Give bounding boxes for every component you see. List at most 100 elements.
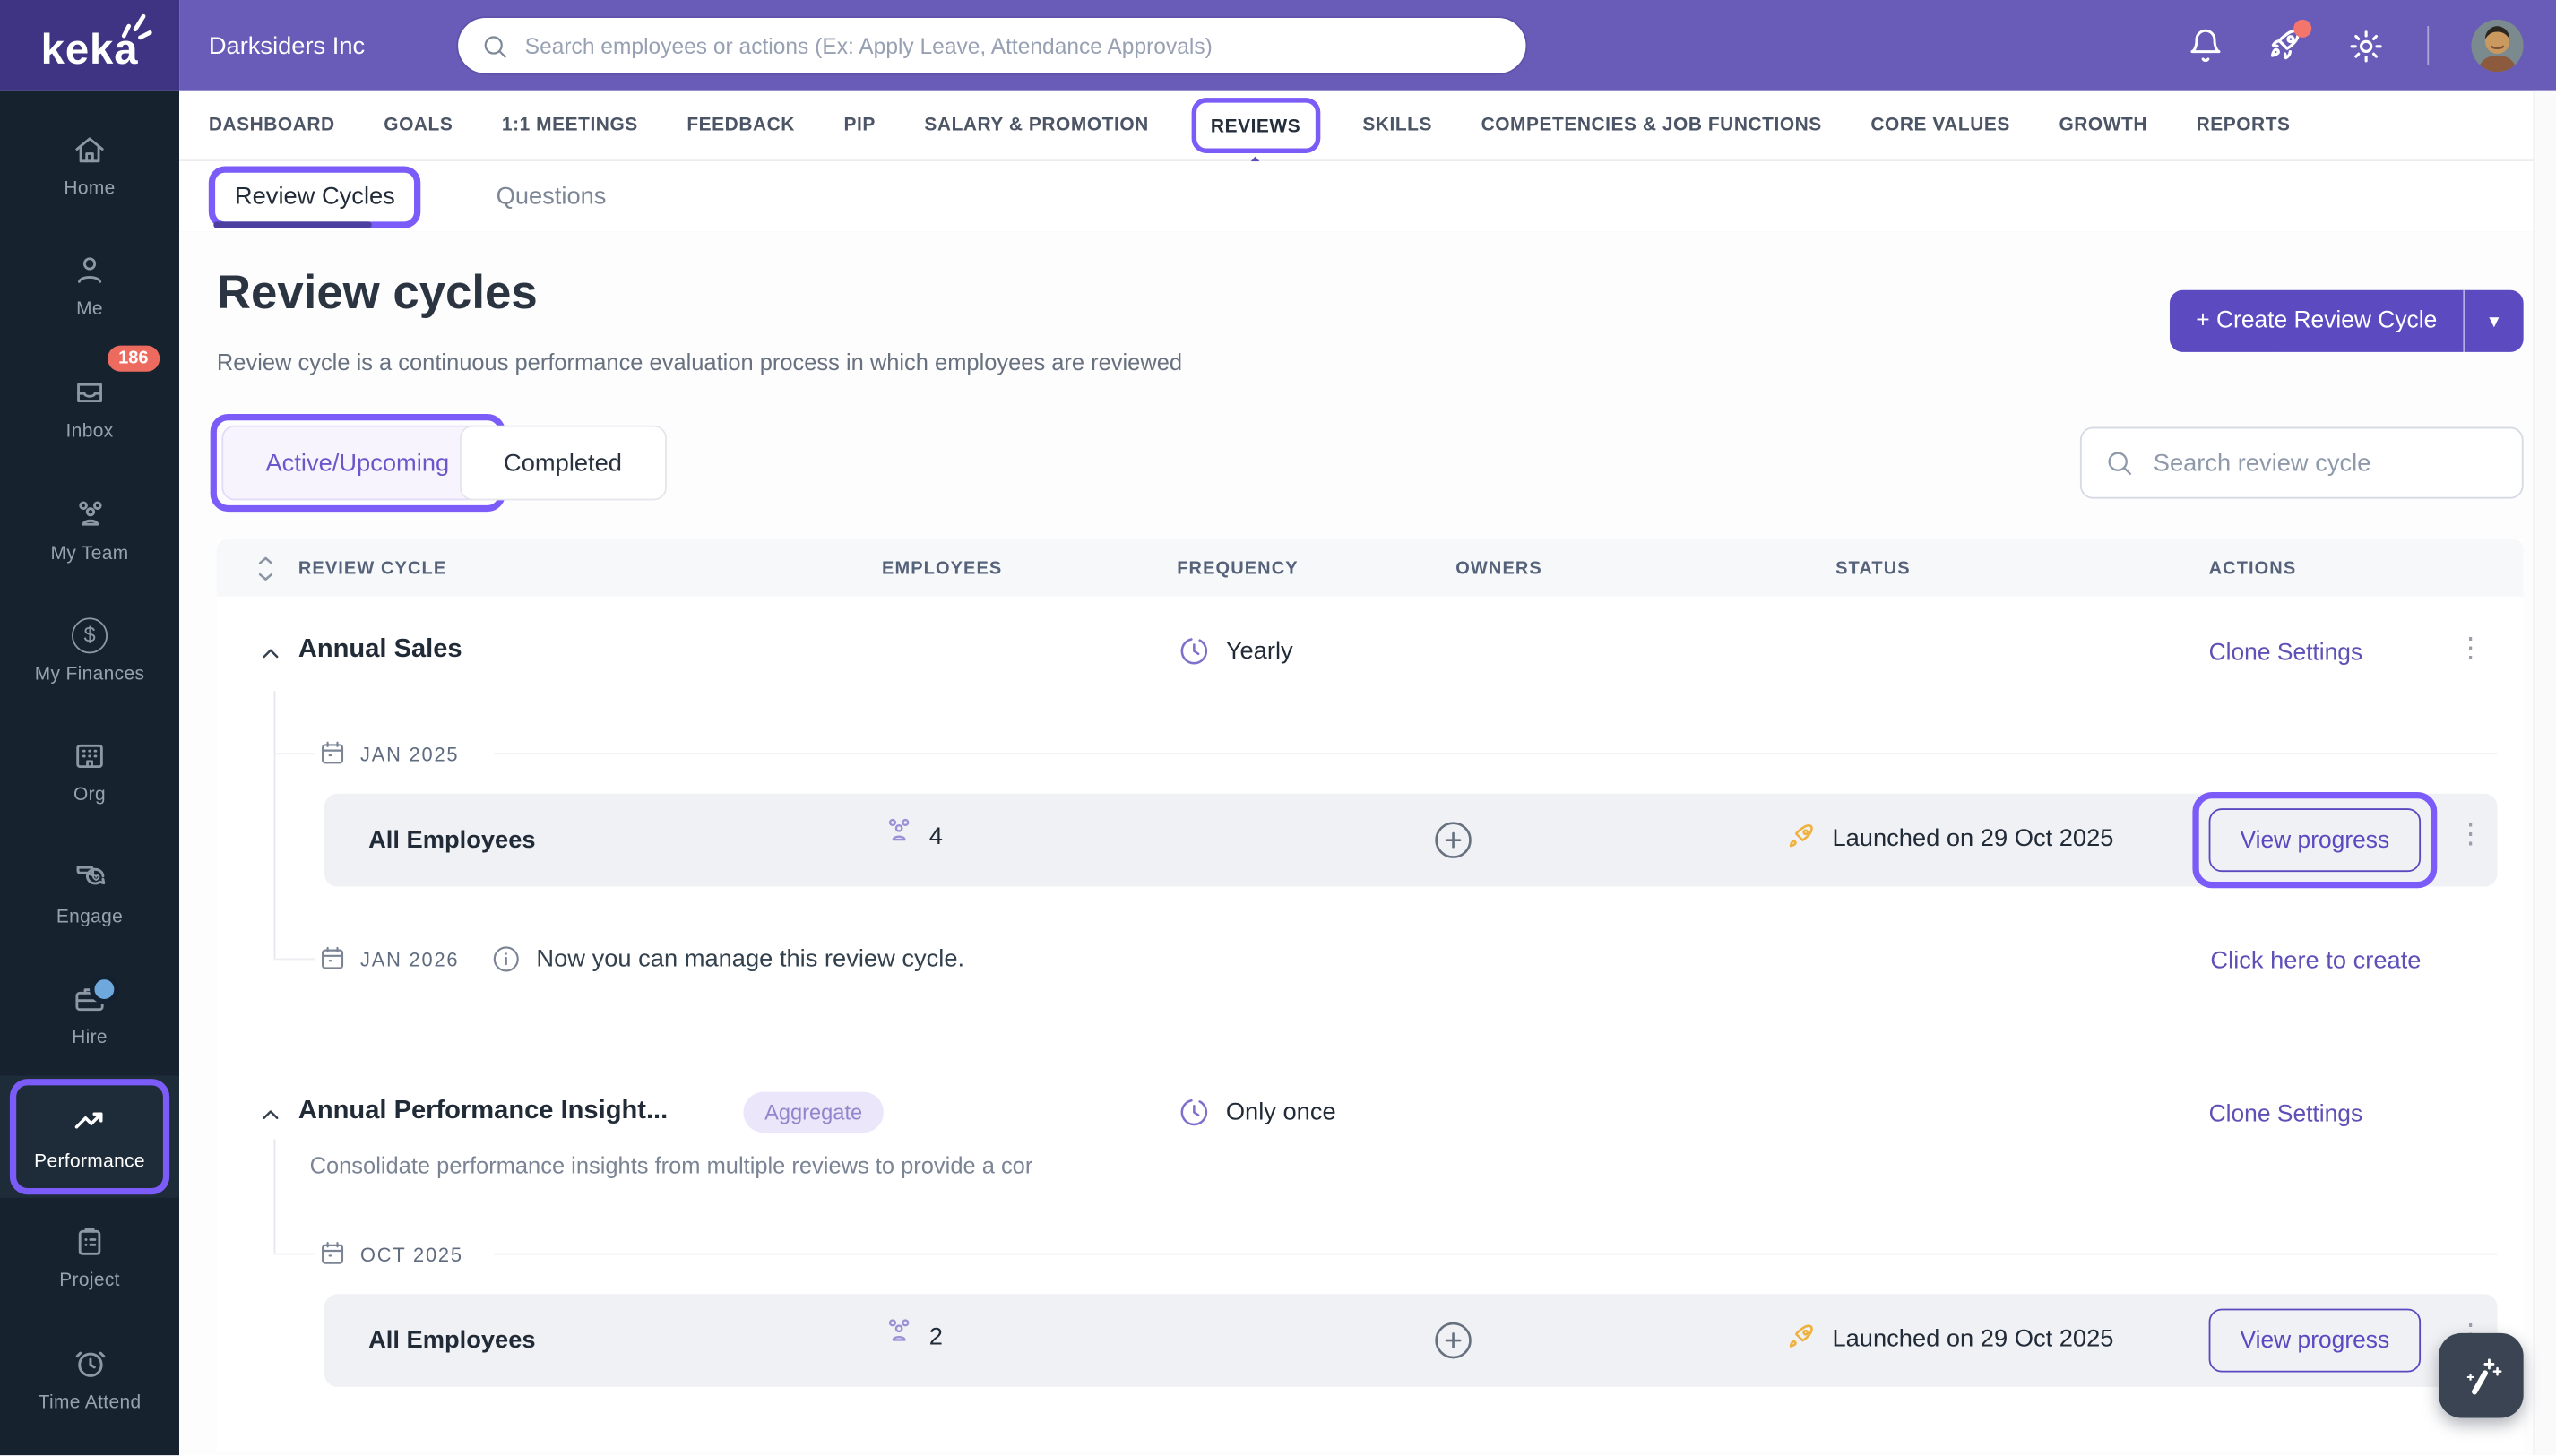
review-cycle-search[interactable] (2080, 427, 2524, 499)
inbox-count-badge: 186 (107, 346, 160, 372)
user-avatar[interactable] (2471, 20, 2523, 72)
sidebar-item-home[interactable]: Home (0, 104, 179, 226)
calendar-icon (318, 1238, 348, 1268)
employee-group-name: All Employees (368, 826, 536, 854)
collapse-group-icon[interactable] (257, 641, 283, 667)
collapse-all-icon[interactable] (255, 556, 277, 582)
add-owner-icon[interactable] (1433, 1320, 1473, 1360)
sidebar-item-my-finances[interactable]: $ My Finances (0, 590, 179, 711)
subtab-questions[interactable]: Questions (497, 183, 607, 211)
sidebar-nav: Home Me 186 Inbox My Team $ My Finances (0, 91, 179, 1455)
tab-1-1-meetings[interactable]: 1:1 MEETINGS (502, 116, 638, 135)
app-window: keka Darksiders Inc (0, 0, 2556, 1455)
review-cycle-search-input[interactable] (2150, 447, 2499, 478)
active-subtab-underline (213, 221, 371, 228)
filter-active-upcoming[interactable]: Active/Upcoming (221, 426, 493, 501)
keka-logo[interactable]: keka (0, 0, 179, 91)
notifications-bell-icon[interactable] (2188, 28, 2224, 64)
global-search[interactable] (456, 16, 1527, 74)
col-header-review-cycle[interactable]: REVIEW CYCLE (298, 559, 446, 579)
sidebar-item-project[interactable]: Project (0, 1197, 179, 1319)
main-area: DASHBOARD GOALS 1:1 MEETINGS FEEDBACK PI… (179, 91, 2556, 1455)
clone-settings-link[interactable]: Clone Settings (2209, 641, 2363, 667)
settings-gear-icon[interactable] (2347, 27, 2385, 65)
frequency-cell: Only once (1177, 1095, 1335, 1129)
period-divider (494, 753, 2497, 754)
status-cell: Launched on 29 Oct 2025 (1785, 1322, 2114, 1354)
review-cycle-name[interactable]: Annual Performance Insight... (298, 1097, 668, 1126)
reviews-annotation-box: REVIEWS (1191, 98, 1320, 153)
sidebar-item-org[interactable]: Org (0, 711, 179, 833)
calendar-icon (318, 738, 348, 768)
home-icon (72, 132, 108, 168)
scrollbar-track[interactable] (2534, 91, 2556, 1455)
tab-goals[interactable]: GOALS (384, 116, 453, 135)
topbar-divider (2427, 26, 2429, 65)
period-date: JAN 2025 (360, 743, 459, 765)
tab-competencies-job-functions[interactable]: COMPETENCIES & JOB FUNCTIONS (1481, 116, 1822, 135)
row-kebab-menu-icon[interactable]: ⋮ (2457, 637, 2484, 659)
view-progress-button[interactable]: View progress (2209, 1309, 2421, 1373)
create-dropdown-caret-icon[interactable]: ▾ (2465, 310, 2523, 332)
tab-salary-promotion[interactable]: SALARY & PROMOTION (924, 116, 1148, 135)
reviews-sub-tabs: Review Cycles Questions (179, 161, 2556, 233)
row-kebab-menu-icon[interactable]: ⋮ (2457, 823, 2484, 846)
sidebar-item-engage[interactable]: Engage (0, 832, 179, 954)
view-progress-button[interactable]: View progress (2209, 808, 2421, 872)
tab-pip[interactable]: PIP (844, 116, 876, 135)
global-search-input[interactable] (522, 31, 1503, 59)
create-review-cycle-button[interactable]: + Create Review Cycle ▾ (2170, 290, 2523, 352)
launched-rocket-icon (1785, 1322, 1818, 1354)
tree-line (274, 691, 276, 958)
sidebar-item-my-team[interactable]: My Team (0, 469, 179, 590)
engage-icon (71, 859, 108, 897)
launched-rocket-icon (1785, 822, 1818, 854)
avatar-photo (2471, 20, 2523, 72)
page-title: Review cycles (217, 267, 538, 321)
sidebar-item-hire[interactable]: Hire (0, 954, 179, 1076)
add-owner-icon[interactable] (1433, 820, 1473, 860)
collapse-group-icon[interactable] (257, 1102, 283, 1128)
col-header-status: STATUS (1835, 559, 1911, 579)
employees-icon (882, 1314, 916, 1348)
sidebar-item-time-attend[interactable]: Time Attend (0, 1318, 179, 1440)
org-icon (72, 738, 108, 774)
top-bar: Darksiders Inc (179, 0, 2556, 91)
filter-completed[interactable]: Completed (460, 426, 666, 501)
tab-skills[interactable]: SKILLS (1362, 116, 1432, 135)
click-here-to-create-link[interactable]: Click here to create (2210, 947, 2421, 975)
employee-count: 2 (929, 1323, 943, 1351)
table-header-row: REVIEW CYCLE EMPLOYEES FREQUENCY OWNERS … (217, 539, 2524, 597)
page-subtitle: Review cycle is a continuous performance… (217, 349, 1182, 375)
magic-assistant-button[interactable] (2439, 1333, 2524, 1418)
employee-group-row[interactable] (324, 1294, 2498, 1387)
tree-connector (274, 1254, 315, 1255)
sidebar-item-inbox[interactable]: 186 Inbox (0, 347, 179, 469)
tab-core-values[interactable]: CORE VALUES (1870, 116, 2010, 135)
time-attend-icon (71, 1345, 108, 1383)
subtab-review-cycles[interactable]: Review Cycles (235, 182, 395, 210)
period-note: Now you can manage this review cycle. (536, 945, 964, 973)
tab-reports[interactable]: REPORTS (2197, 116, 2291, 135)
review-cycle-description: Consolidate performance insights from mu… (310, 1152, 1033, 1178)
logo-sparkle-icon (117, 13, 160, 43)
info-icon (490, 943, 522, 975)
tab-dashboard[interactable]: DASHBOARD (209, 116, 335, 135)
tree-line (274, 1139, 276, 1253)
col-header-employees: EMPLOYEES (882, 559, 1002, 579)
tab-reviews[interactable]: REVIEWS (1211, 117, 1300, 137)
col-header-actions: ACTIONS (2209, 559, 2297, 579)
sidebar-item-performance[interactable]: Performance (0, 1075, 179, 1197)
tab-growth[interactable]: GROWTH (2059, 116, 2147, 135)
performance-annotation-box (10, 1079, 169, 1193)
employee-group-row[interactable] (324, 794, 2498, 887)
hire-notification-dot (90, 975, 119, 1004)
announcements-rocket-icon[interactable] (2266, 26, 2305, 65)
review-cycle-name[interactable]: Annual Sales (298, 635, 462, 665)
sidebar-item-me[interactable]: Me (0, 226, 179, 348)
search-icon (2104, 448, 2134, 478)
clone-settings-link[interactable]: Clone Settings (2209, 1102, 2363, 1128)
search-icon (481, 31, 509, 59)
tab-feedback[interactable]: FEEDBACK (686, 116, 795, 135)
performance-nav-tabs: DASHBOARD GOALS 1:1 MEETINGS FEEDBACK PI… (179, 91, 2556, 161)
